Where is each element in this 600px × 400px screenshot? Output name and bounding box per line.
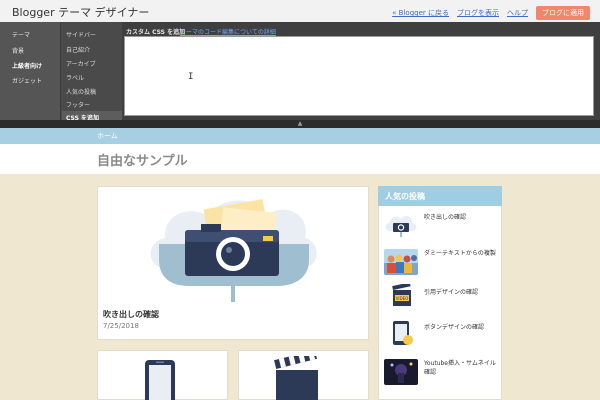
concert-photo-thumb bbox=[384, 359, 418, 385]
css-editor-label: カスタム CSS を追加 bbox=[126, 29, 186, 36]
popular-post-link[interactable]: ダミーテキストからの複製 bbox=[424, 249, 500, 258]
blog-navbar bbox=[0, 128, 600, 144]
popular-post-link[interactable]: ボタンデザインの確認 bbox=[424, 323, 500, 332]
nav-item-advanced[interactable]: 上級者向け bbox=[12, 61, 42, 70]
popular-posts-header: 人気の投稿 bbox=[378, 186, 502, 206]
subnav-item-popular-posts[interactable]: 人気の投稿 bbox=[66, 87, 96, 96]
post-title[interactable]: 吹き出しの確認 bbox=[103, 309, 159, 320]
subnav-item-profile[interactable]: 自己紹介 bbox=[66, 45, 90, 54]
blog-header bbox=[0, 144, 600, 174]
back-to-blogger-link[interactable]: « Blogger に戻る bbox=[392, 8, 449, 18]
custom-css-textarea[interactable] bbox=[124, 36, 594, 116]
clapperboard-image bbox=[274, 356, 318, 400]
css-help-link[interactable]: テーマのコード編集についての詳細 bbox=[180, 27, 276, 36]
text-cursor-icon: I bbox=[188, 72, 194, 82]
popular-posts-title: 人気の投稿 bbox=[385, 192, 425, 201]
nav-item-theme[interactable]: テーマ bbox=[12, 30, 30, 39]
video-thumb: VIDEO bbox=[392, 284, 411, 306]
svg-text:VIDEO: VIDEO bbox=[396, 296, 409, 301]
camera-cloud-image bbox=[150, 199, 317, 302]
post-date: 7/25/2018 bbox=[103, 322, 139, 330]
help-link[interactable]: ヘルプ bbox=[507, 8, 528, 18]
subnav-item-archive[interactable]: アーカイブ bbox=[66, 59, 96, 68]
subnav-item-labels[interactable]: ラベル bbox=[66, 73, 84, 82]
popular-post-link[interactable]: 吹き出しの確認 bbox=[424, 213, 500, 222]
smartphone-image bbox=[145, 360, 175, 400]
people-photo-thumb bbox=[384, 249, 418, 275]
popular-post-link[interactable]: 引用デザインの確認 bbox=[424, 288, 500, 297]
blog-title[interactable]: 自由なサンプル bbox=[97, 150, 188, 169]
popular-post-link[interactable]: Youtube挿入・サムネイル確認 bbox=[424, 359, 500, 377]
resize-handle-icon[interactable]: ▲ bbox=[296, 121, 304, 127]
subnav-item-sidebar[interactable]: サイドバー bbox=[66, 30, 96, 39]
subnav-item-footer[interactable]: フッター bbox=[66, 100, 90, 109]
designer-title: Blogger テーマ デザイナー bbox=[12, 6, 150, 19]
home-link[interactable]: ホーム bbox=[97, 131, 118, 141]
nav-item-gadgets[interactable]: ガジェット bbox=[12, 76, 42, 85]
nav-item-background[interactable]: 背景 bbox=[12, 46, 24, 55]
smartphone-thumb bbox=[393, 321, 413, 345]
camera-cloud-thumb bbox=[385, 216, 417, 237]
designer-toolbar: « Blogger に戻る ブログを表示 ヘルプ ブログに適用 bbox=[392, 6, 590, 20]
apply-to-blog-button[interactable]: ブログに適用 bbox=[536, 6, 590, 20]
view-blog-link[interactable]: ブログを表示 bbox=[457, 8, 499, 18]
